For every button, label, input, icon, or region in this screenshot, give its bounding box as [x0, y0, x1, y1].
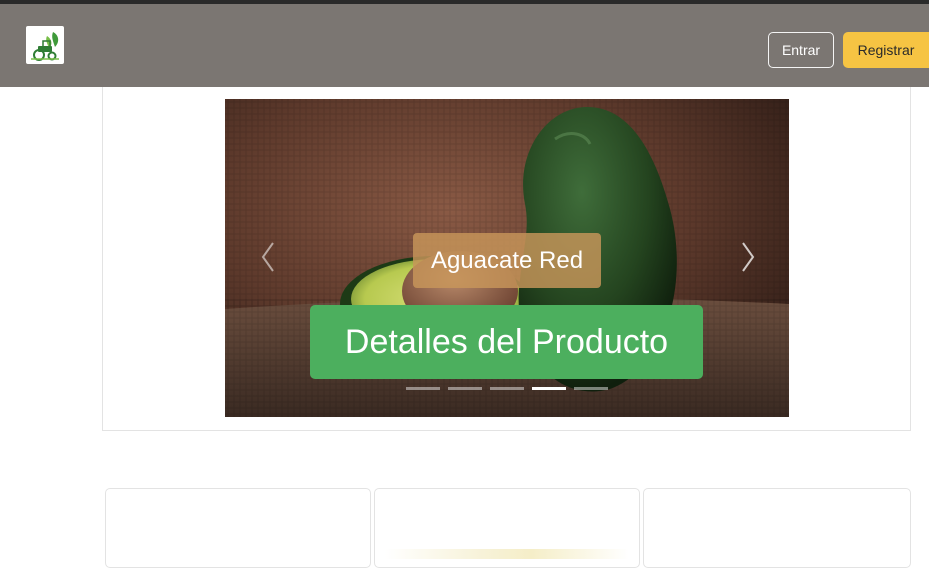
product-card[interactable]: [374, 488, 640, 568]
register-button[interactable]: Registrar: [843, 32, 929, 68]
carousel-indicator-5[interactable]: [574, 387, 608, 390]
farm-logo-icon[interactable]: [26, 26, 64, 64]
top-navbar: Entrar Registrar: [0, 0, 929, 87]
product-card[interactable]: [643, 488, 911, 568]
carousel-next-button[interactable]: [733, 229, 763, 285]
login-button[interactable]: Entrar: [768, 32, 834, 68]
carousel-indicator-3[interactable]: [490, 387, 524, 390]
chevron-left-icon: [261, 242, 274, 272]
carousel-indicator-2[interactable]: [448, 387, 482, 390]
carousel-indicator-4[interactable]: [532, 387, 566, 390]
carousel-indicators: [406, 385, 616, 393]
carousel-prev-button[interactable]: [253, 229, 283, 285]
product-details-button[interactable]: Detalles del Producto: [310, 305, 703, 379]
carousel-indicator-1[interactable]: [406, 387, 440, 390]
product-carousel[interactable]: Aguacate Red Detalles del Producto: [225, 99, 789, 417]
slide-caption-title: Aguacate Red: [413, 233, 601, 288]
product-card[interactable]: [105, 488, 371, 568]
product-image: [385, 549, 629, 559]
chevron-right-icon: [742, 242, 755, 272]
